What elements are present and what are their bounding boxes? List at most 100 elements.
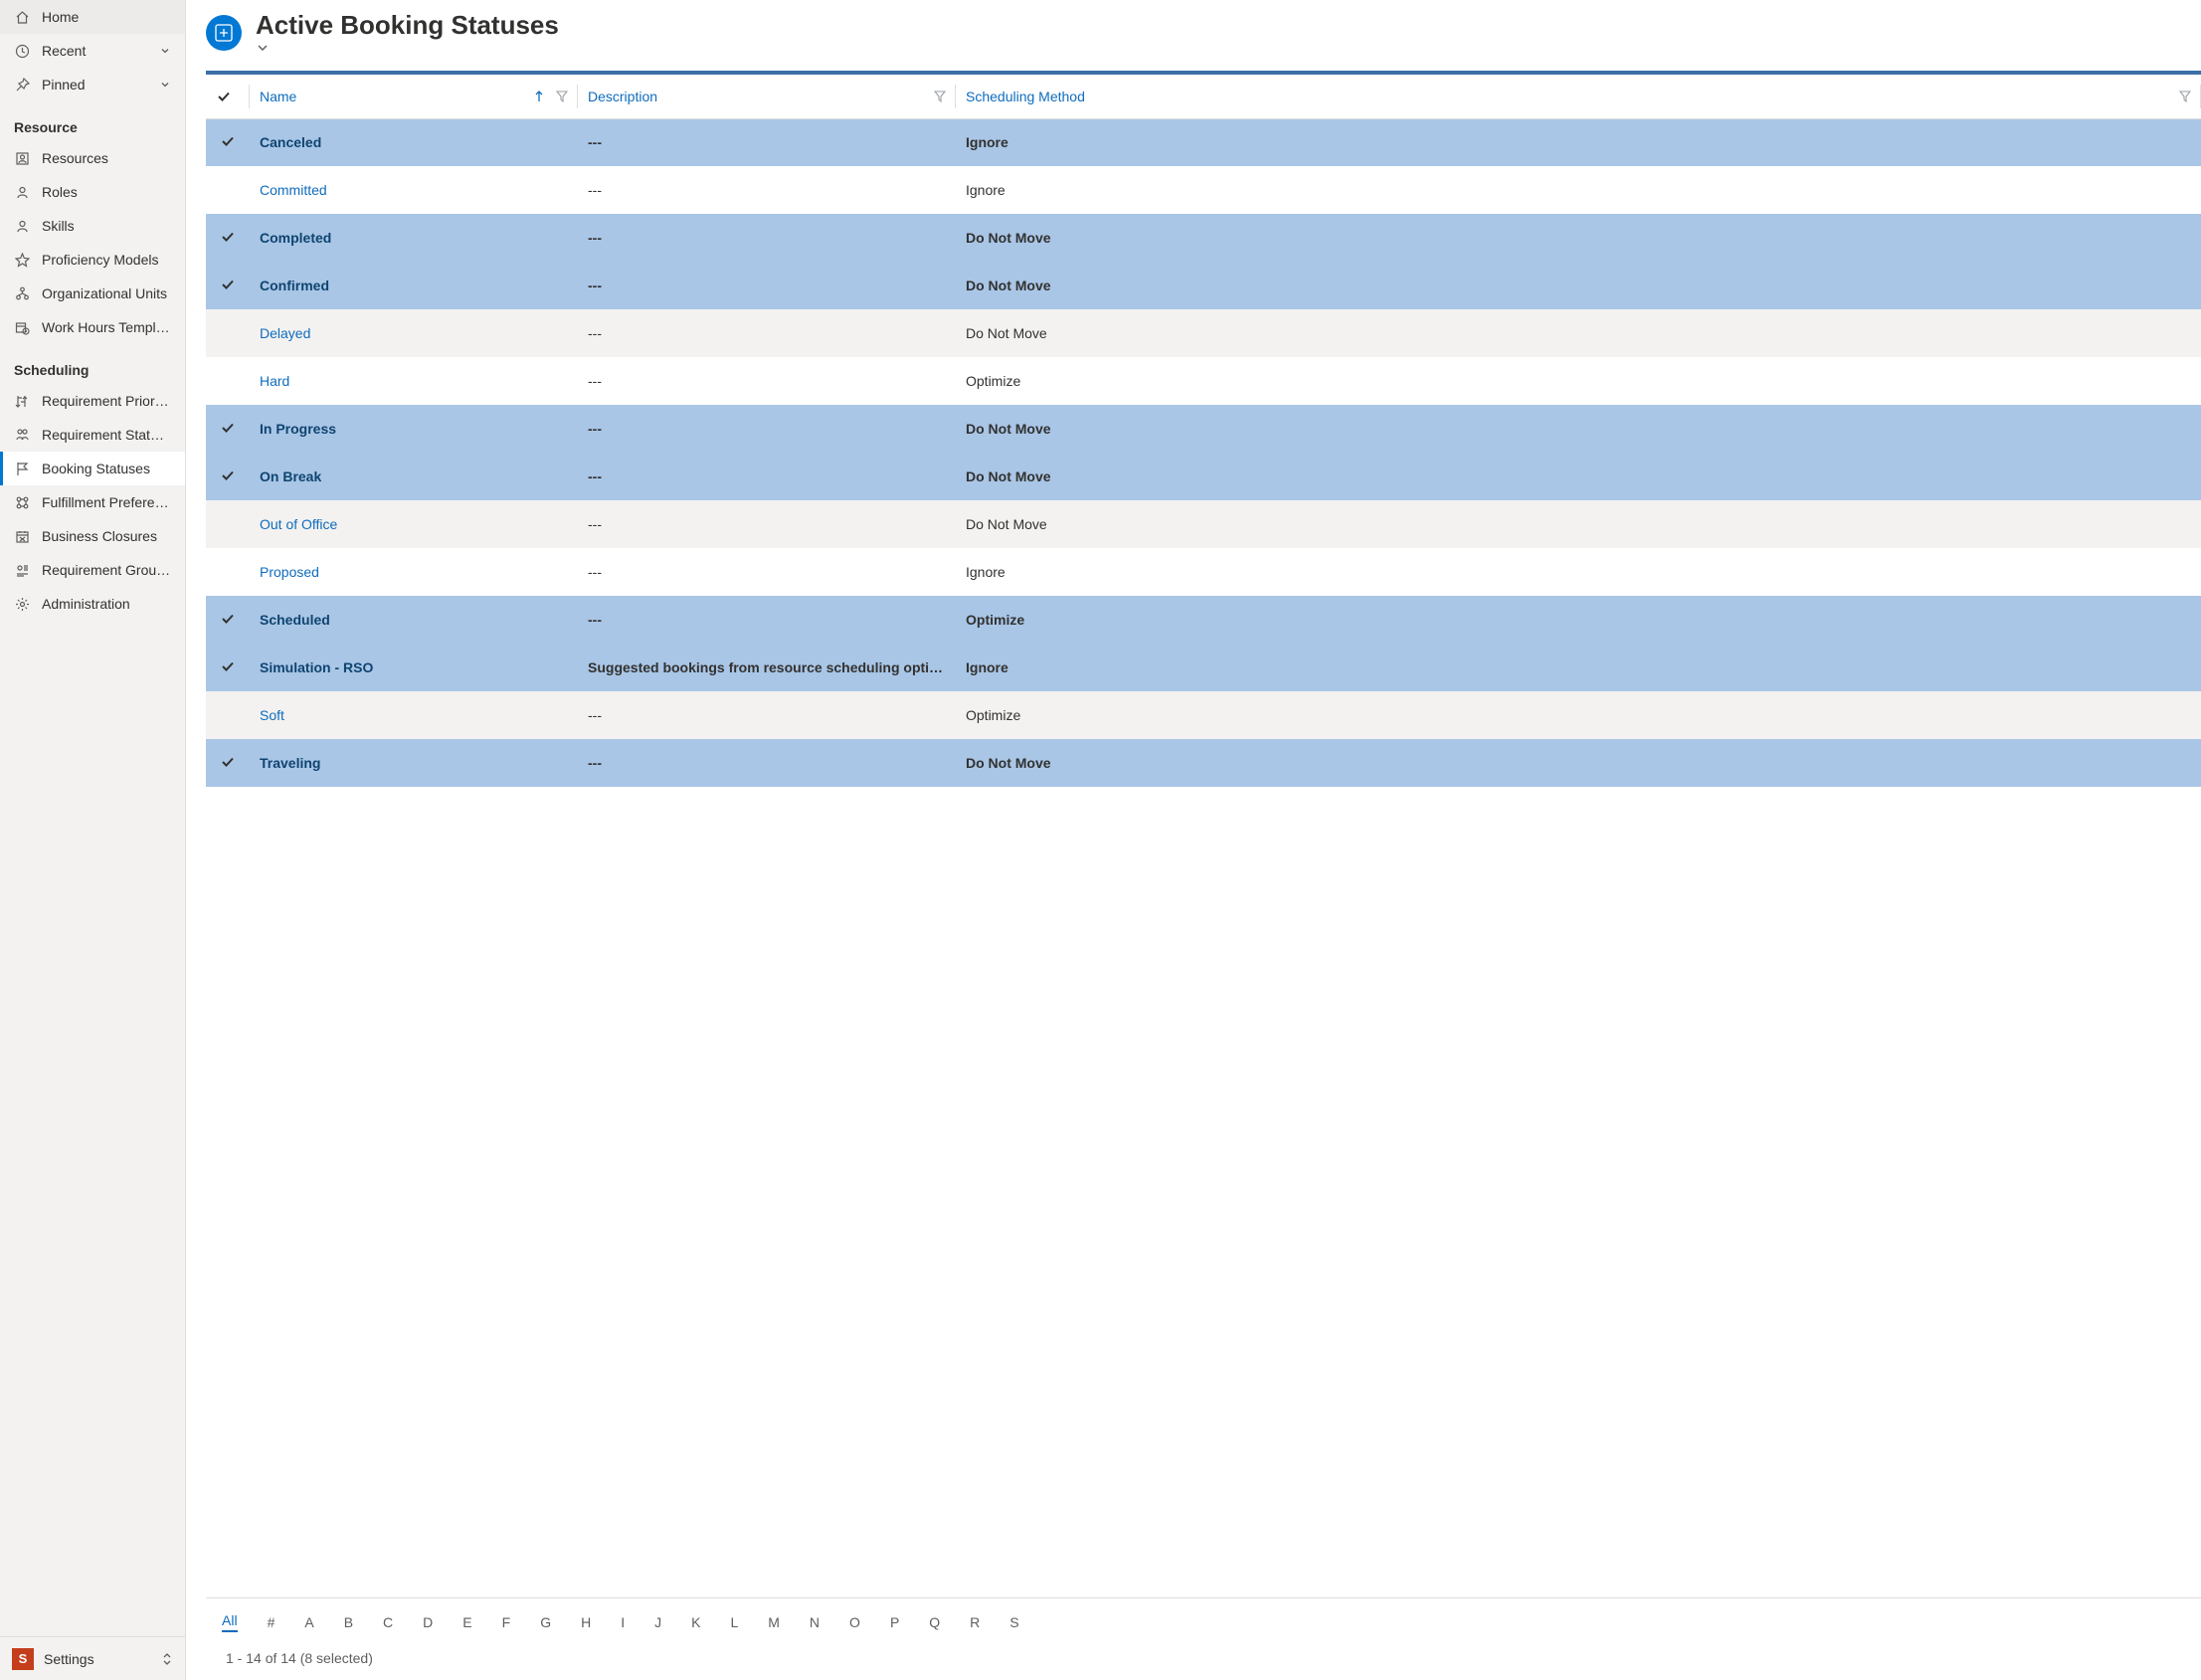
table-row[interactable]: Completed---Do Not Move [206,214,2201,262]
row-selector[interactable] [206,262,250,309]
filter-icon[interactable] [934,91,946,102]
alpha-filter[interactable]: All [222,1612,238,1632]
alpha-filter[interactable]: F [502,1614,511,1630]
alpha-filter[interactable]: # [268,1614,275,1630]
row-selector[interactable] [206,405,250,453]
nav-item[interactable]: Business Closures [0,519,185,553]
table-row[interactable]: Delayed---Do Not Move [206,309,2201,357]
alpha-filter[interactable]: E [462,1614,471,1630]
nav-item[interactable]: Requirement Statuses [0,418,185,452]
alpha-filter[interactable]: H [581,1614,591,1630]
nav-item-recent[interactable]: Recent [0,34,185,68]
record-link[interactable]: Simulation - RSO [260,659,373,675]
alpha-filter[interactable]: M [768,1614,780,1630]
alpha-filter[interactable]: S [1009,1614,1018,1630]
cell-description: --- [578,453,956,500]
column-header-description[interactable]: Description [578,75,956,118]
cell-description: --- [578,309,956,357]
filter-icon[interactable] [556,91,568,102]
alpha-filter[interactable]: J [654,1614,661,1630]
nav-item[interactable]: Roles [0,175,185,209]
table-row[interactable]: Traveling---Do Not Move [206,739,2201,787]
alpha-filter[interactable]: Q [929,1614,940,1630]
alpha-filter[interactable]: G [540,1614,551,1630]
table-row[interactable]: Scheduled---Optimize [206,596,2201,644]
nav-item[interactable]: Proficiency Models [0,243,185,277]
nav-item[interactable]: Requirement Priorities [0,384,185,418]
record-link[interactable]: Delayed [260,325,310,341]
alpha-filter[interactable]: K [691,1614,700,1630]
nav-item[interactable]: Requirement Group … [0,553,185,587]
record-link[interactable]: Proposed [260,564,319,580]
row-selector[interactable] [206,739,250,787]
row-selector[interactable] [206,548,250,596]
row-selector[interactable] [206,309,250,357]
table-row[interactable]: Simulation - RSOSuggested bookings from … [206,644,2201,691]
column-header-method[interactable]: Scheduling Method [956,75,2201,118]
row-selector[interactable] [206,214,250,262]
nav-item-home[interactable]: Home [0,0,185,34]
alpha-filter[interactable]: L [730,1614,738,1630]
area-label: Settings [44,1651,94,1667]
column-header-row: Name Description [206,75,2201,118]
record-link[interactable]: Out of Office [260,516,337,532]
table-row[interactable]: Soft---Optimize [206,691,2201,739]
record-link[interactable]: In Progress [260,421,336,437]
alpha-filter[interactable]: C [383,1614,393,1630]
record-link[interactable]: On Break [260,468,321,484]
table-row[interactable]: Proposed---Ignore [206,548,2201,596]
record-link[interactable]: Committed [260,182,327,198]
row-selector[interactable] [206,500,250,548]
table-row[interactable]: In Progress---Do Not Move [206,405,2201,453]
table-row[interactable]: Canceled---Ignore [206,118,2201,166]
nav-section-title: Resource [0,101,185,141]
alpha-filter[interactable]: O [849,1614,860,1630]
alpha-filter[interactable]: N [810,1614,820,1630]
table-row[interactable]: Committed---Ignore [206,166,2201,214]
alpha-filter[interactable]: R [970,1614,980,1630]
main-content: Active Booking Statuses Name [186,0,2201,1680]
alpha-filter[interactable]: A [304,1614,313,1630]
record-link[interactable]: Scheduled [260,612,330,628]
nav-item[interactable]: Administration [0,587,185,621]
nav-item[interactable]: Skills [0,209,185,243]
alpha-filter[interactable]: I [621,1614,625,1630]
record-link[interactable]: Confirmed [260,278,329,293]
record-link[interactable]: Hard [260,373,289,389]
row-selector[interactable] [206,357,250,405]
person-icon [14,218,30,234]
area-switcher[interactable]: S Settings [0,1636,185,1680]
row-selector[interactable] [206,453,250,500]
alpha-filter[interactable]: P [890,1614,899,1630]
nav-label: Work Hours Templates [42,319,171,335]
row-selector[interactable] [206,644,250,691]
nav-item[interactable]: Resources [0,141,185,175]
data-grid[interactable]: Name Description [206,71,2201,1597]
nav-item[interactable]: Fulfillment Preferences [0,485,185,519]
table-row[interactable]: Hard---Optimize [206,357,2201,405]
row-selector[interactable] [206,166,250,214]
status-icon [14,427,30,443]
record-link[interactable]: Canceled [260,134,321,150]
nav-item[interactable]: Booking Statuses [0,452,185,485]
select-all-header[interactable] [206,75,250,118]
table-row[interactable]: On Break---Do Not Move [206,453,2201,500]
cell-description: --- [578,596,956,644]
row-selector[interactable] [206,118,250,166]
row-selector[interactable] [206,596,250,644]
nav-item-pinned[interactable]: Pinned [0,68,185,101]
table-row[interactable]: Confirmed---Do Not Move [206,262,2201,309]
table-row[interactable]: Out of Office---Do Not Move [206,500,2201,548]
row-selector[interactable] [206,691,250,739]
record-link[interactable]: Traveling [260,755,320,771]
view-title[interactable]: Active Booking Statuses [256,10,563,55]
column-header-name[interactable]: Name [250,75,578,118]
alpha-filter[interactable]: D [423,1614,433,1630]
filter-icon[interactable] [2179,91,2191,102]
record-link[interactable]: Soft [260,707,284,723]
nav-item[interactable]: Work Hours Templates [0,310,185,344]
record-link[interactable]: Completed [260,230,331,246]
alpha-filter[interactable]: B [344,1614,353,1630]
nav-item[interactable]: Organizational Units [0,277,185,310]
cell-description: --- [578,691,956,739]
